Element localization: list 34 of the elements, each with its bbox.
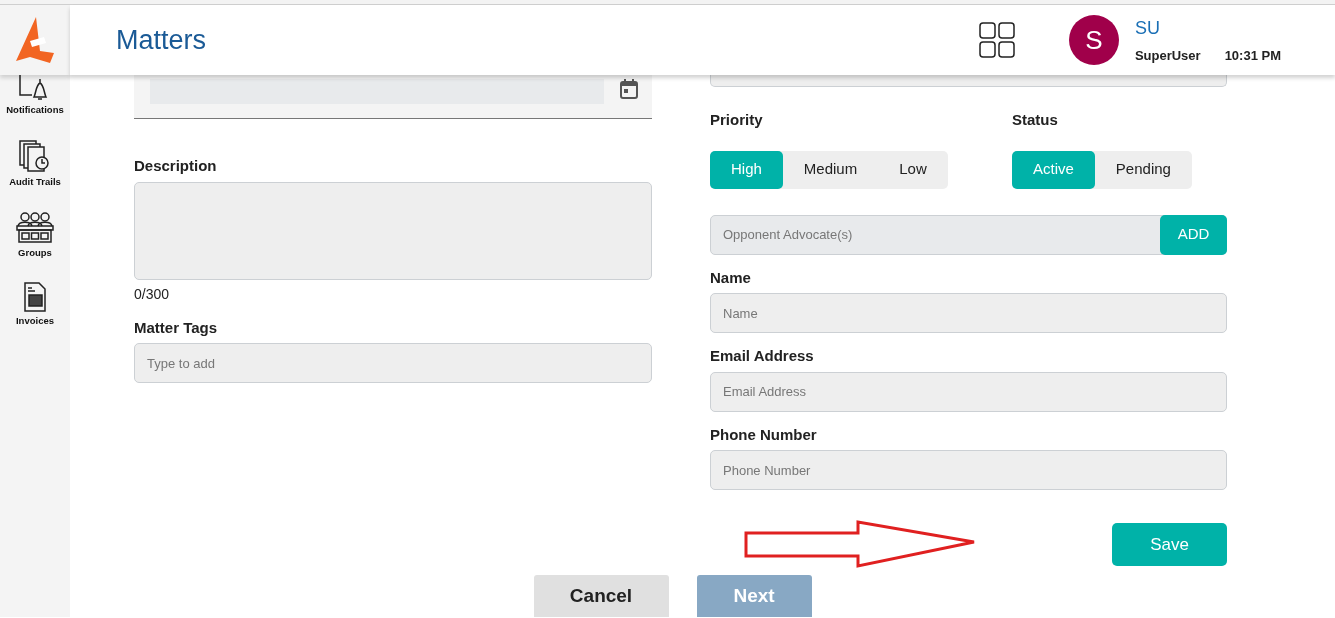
user-name: SuperUser <box>1134 46 1201 65</box>
segment-option[interactable]: Low <box>878 150 948 189</box>
sidebar-item[interactable]: Audit Trails <box>9 139 61 190</box>
sidebar-item[interactable]: Notifications <box>6 75 64 118</box>
field-label: Matter Tags <box>134 317 219 338</box>
current-time: 10:31 PM <box>1224 46 1281 65</box>
calendar-icon[interactable] <box>620 79 638 99</box>
input-field[interactable]: Phone Number <box>710 450 1227 490</box>
sidebar-item[interactable]: Groups <box>16 211 54 260</box>
segment-option[interactable]: Pending <box>1094 150 1192 189</box>
documents-clock-icon <box>18 139 52 174</box>
field-label: Email Address <box>710 346 815 366</box>
input-field[interactable]: Email Address <box>710 371 1227 412</box>
input-field[interactable]: Name <box>710 293 1227 333</box>
page-title: Matters <box>116 23 207 57</box>
field-label: Name <box>710 267 752 288</box>
group-icon <box>16 211 54 244</box>
character-counter: 0/300 <box>134 284 171 304</box>
description-field[interactable] <box>134 181 652 280</box>
field-label: Status <box>1012 110 1059 130</box>
cancel-button[interactable]: Cancel <box>533 575 669 617</box>
field-label: Description <box>134 156 218 176</box>
sidebar-item[interactable]: Invoices <box>16 281 54 328</box>
date-field[interactable] <box>134 75 652 119</box>
document-icon <box>23 281 47 312</box>
user-avatar[interactable]: S <box>1068 15 1119 65</box>
user-initials: SU <box>1134 16 1161 40</box>
segment-option[interactable]: Medium <box>782 150 879 189</box>
apps-grid-icon[interactable] <box>978 22 1015 58</box>
tags-field[interactable]: Type to add <box>134 343 652 383</box>
input-field[interactable] <box>710 75 1227 87</box>
field-label: Phone Number <box>710 424 818 445</box>
logo-icon <box>16 17 54 63</box>
field-label: Priority <box>710 110 764 130</box>
